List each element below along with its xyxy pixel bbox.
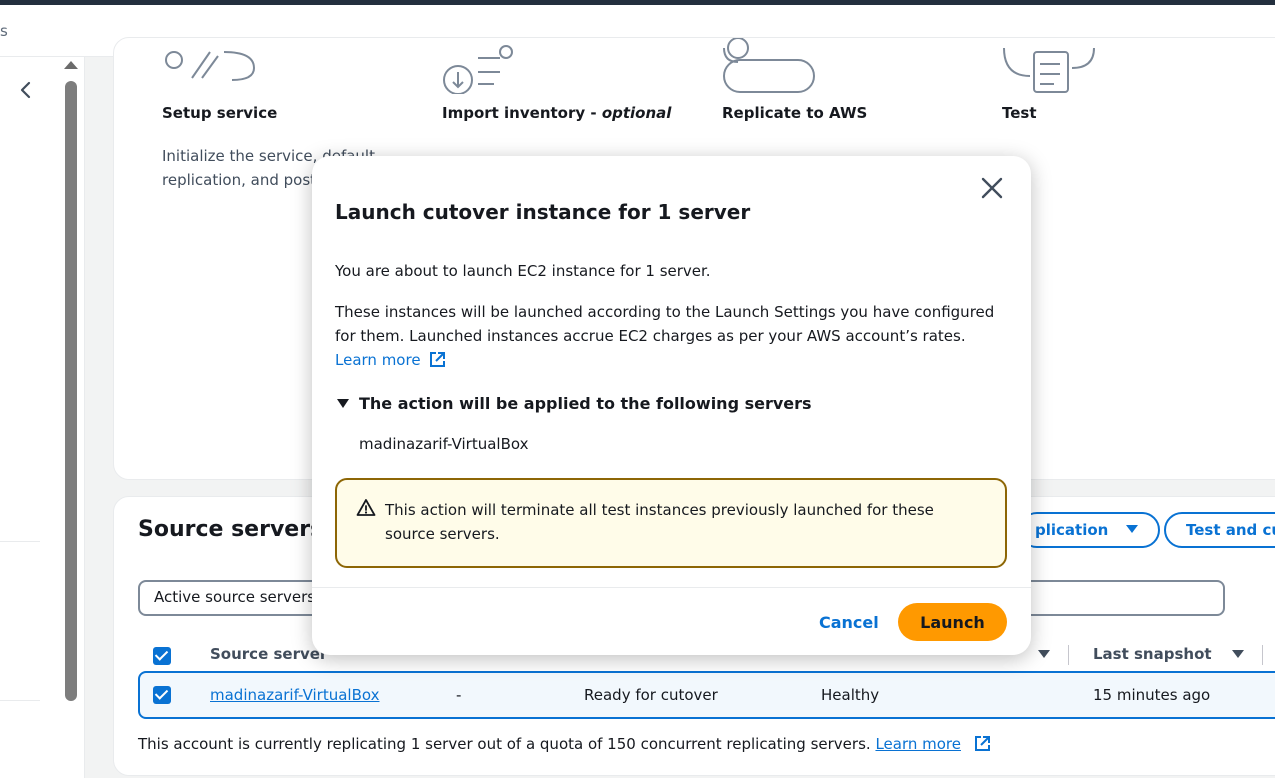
learn-more-link[interactable]: Learn more	[335, 351, 421, 369]
modal-body: You are about to launch EC2 instance for…	[335, 260, 1010, 453]
affected-server-name: madinazarif-VirtualBox	[359, 435, 529, 453]
launch-cutover-modal: Launch cutover instance for 1 server You…	[312, 156, 1031, 655]
expander-label: The action will be applied to the follow…	[359, 394, 812, 413]
modal-footer-divider	[312, 587, 1031, 588]
modal-title: Launch cutover instance for 1 server	[335, 200, 751, 224]
details-text: These instances will be launched accordi…	[335, 303, 995, 345]
launch-button[interactable]: Launch	[898, 603, 1007, 641]
modal-intro: You are about to launch EC2 instance for…	[335, 262, 711, 280]
warning-text: This action will terminate all test inst…	[385, 501, 934, 543]
servers-expander[interactable]: The action will be applied to the follow…	[335, 394, 1010, 413]
external-link-icon[interactable]	[429, 351, 446, 368]
cancel-button[interactable]: Cancel	[806, 604, 892, 640]
caret-down-icon	[337, 399, 349, 408]
warning-alert: This action will terminate all test inst…	[335, 478, 1007, 568]
warning-icon	[356, 498, 376, 518]
modal-details: These instances will be launched accordi…	[335, 300, 1010, 372]
close-icon[interactable]	[978, 174, 1006, 202]
